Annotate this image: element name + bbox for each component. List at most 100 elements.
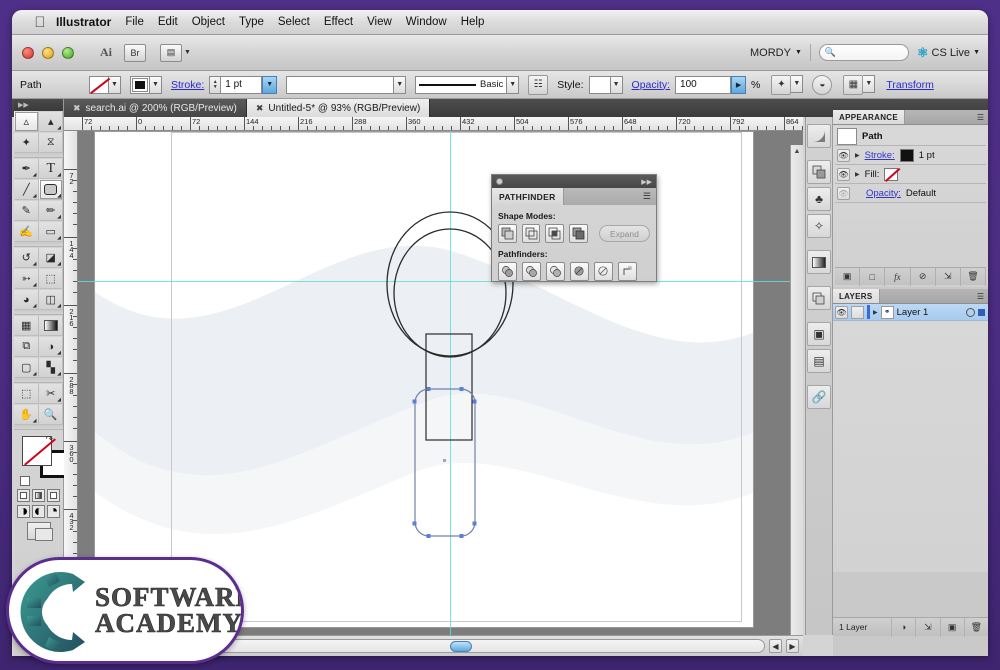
intersect-button[interactable] [545, 224, 565, 243]
stroke-stepper[interactable]: ▲ ▼ [209, 75, 221, 94]
pathfinder-panel-icon[interactable] [807, 286, 831, 310]
chevron-down-icon[interactable]: ▶ [731, 75, 747, 94]
tool-perspective-grid[interactable]: ◫ ◢ [38, 289, 63, 310]
tool-rounded-rectangle[interactable]: ◢ [38, 179, 63, 200]
make-clipping-mask-button[interactable]: ◑ [891, 617, 915, 637]
tool-symbol-sprayer[interactable]: ▢ ◢ [14, 357, 39, 378]
opacity-value[interactable]: 100 [675, 75, 732, 94]
menu-item-effect[interactable]: Effect [324, 16, 353, 28]
menu-item-help[interactable]: Help [461, 16, 485, 28]
menu-item-type[interactable]: Type [239, 16, 264, 28]
tool-magic-wand[interactable]: ✦ [14, 132, 39, 153]
bridge-button[interactable]: Br [124, 43, 146, 62]
stroke-color-control[interactable]: ▼ [130, 75, 162, 94]
scroll-right-icon[interactable]: ▶ [786, 639, 799, 653]
tool-hand[interactable]: ✋ ◢ [14, 404, 39, 425]
search-input[interactable]: 🔍 [818, 44, 909, 61]
tool-artboard[interactable]: ⬚ [14, 383, 39, 404]
pathfinder-panel[interactable]: ▶▶ PATHFINDER ☰ Shape Modes: Expand Path… [491, 174, 657, 282]
clear-appearance-button[interactable]: ⊘ [911, 267, 936, 286]
tool-type[interactable]: T ◢ [38, 158, 63, 179]
tool-slice[interactable]: ✂ ◢ [38, 383, 63, 404]
chevron-right-icon[interactable]: ▶ [855, 152, 860, 159]
apple-logo-icon[interactable]:  [32, 14, 48, 31]
select-similar-control[interactable]: ✦ ▼ [771, 74, 804, 95]
panel-menu-icon[interactable]: ☰ [977, 110, 988, 124]
delete-selection-button[interactable]: 🗑 [963, 617, 988, 637]
tool-scale[interactable]: ◪ ◢ [38, 247, 63, 268]
visibility-eye-icon[interactable]: 👁 [837, 186, 850, 200]
swap-fill-stroke-icon[interactable]: ↷ [45, 434, 53, 445]
scroll-up-icon[interactable]: ▲ [791, 145, 803, 157]
tab-appearance[interactable]: APPEARANCE [833, 110, 906, 124]
stroke-attribute-label[interactable]: Stroke: [865, 150, 895, 161]
align-options-control[interactable]: ▦ ▼ [843, 74, 876, 95]
delete-item-button[interactable]: 🗑 [961, 267, 987, 286]
none-button[interactable] [47, 489, 60, 502]
horizontal-scrollbar[interactable] [170, 639, 765, 653]
menu-item-select[interactable]: Select [278, 16, 310, 28]
tool-gradient[interactable] [38, 315, 63, 336]
duplicate-item-button[interactable]: ⇲ [936, 267, 961, 286]
artboards-panel-icon[interactable]: ▣ [807, 322, 831, 346]
symbols-panel-icon[interactable]: ♣ [807, 187, 831, 211]
brush-definition-control[interactable]: ▼ [286, 75, 407, 94]
chevron-down-icon[interactable]: ▼ [109, 75, 121, 94]
tab-layers[interactable]: LAYERS [833, 289, 880, 303]
chevron-down-icon[interactable]: ▼ [262, 75, 278, 94]
arrange-documents-button[interactable]: ▤ ▼ [160, 43, 191, 62]
opacity-control[interactable]: 100 ▶ [675, 75, 747, 94]
menu-item-edit[interactable]: Edit [158, 16, 178, 28]
opacity-label[interactable]: Opacity: [632, 79, 671, 91]
stroke-weight-label[interactable]: Stroke: [171, 79, 204, 91]
tool-eyedropper[interactable]: ⧉ [14, 336, 39, 357]
chevron-down-icon[interactable]: ▼ [394, 75, 407, 94]
cs-live-button[interactable]: ⚛ CS Live ▼ [917, 45, 980, 61]
stroke-color-swatch[interactable] [899, 148, 914, 162]
stroke-weight-value[interactable]: 1 pt [220, 75, 263, 94]
tool-free-transform[interactable]: ⬚ [38, 268, 63, 289]
panel-menu-icon[interactable]: ☰ [643, 188, 656, 205]
create-new-layer-button[interactable]: ▣ [939, 617, 964, 637]
chevron-right-icon[interactable]: ▶ [873, 309, 878, 316]
brush-value[interactable] [286, 75, 395, 94]
menu-item-file[interactable]: File [125, 16, 144, 28]
add-new-stroke-button[interactable]: ▣ [835, 267, 861, 286]
merge-button[interactable] [546, 262, 565, 281]
tool-direct-selection[interactable]: ▴ ◢ [38, 111, 63, 132]
trim-button[interactable] [522, 262, 541, 281]
stroke-swatch[interactable] [130, 75, 150, 94]
collapse-icon[interactable]: ▶▶ [641, 178, 652, 186]
color-button[interactable] [17, 489, 30, 502]
layer-row[interactable]: 👁 ▶ ⚭ Layer 1 [833, 304, 988, 321]
visibility-eye-icon[interactable]: 👁 [837, 167, 850, 181]
menu-item-window[interactable]: Window [406, 16, 447, 28]
document-tab-search-ai[interactable]: ✖ search.ai @ 200% (RGB/Preview) [64, 99, 247, 117]
opacity-attribute-label[interactable]: Opacity: [866, 188, 901, 199]
expand-button[interactable]: Expand [598, 225, 651, 242]
create-new-sublayer-button[interactable]: ⇲ [915, 617, 939, 637]
fill-swatch[interactable] [89, 75, 109, 94]
tools-panel-grip[interactable]: ▶▶ [14, 99, 63, 111]
transparency-panel-icon[interactable] [807, 160, 831, 184]
width-profile-preview[interactable]: Basic [415, 75, 508, 94]
zoom-window-button[interactable] [62, 46, 74, 59]
tool-blob-brush[interactable]: ✍ [14, 221, 39, 242]
tool-pen[interactable]: ✒ ◢ [14, 158, 39, 179]
visibility-eye-icon[interactable]: 👁 [837, 148, 850, 162]
appearance-row-fill[interactable]: 👁 ▶ Fill: [835, 165, 986, 184]
chevron-down-icon[interactable]: ▼ [610, 75, 623, 94]
horizontal-ruler[interactable]: 72 0 72 144 216 288 360 432 504 576 648 720 792 864 [64, 117, 803, 131]
tool-column-graph[interactable]: ▚ ◢ [38, 357, 63, 378]
menu-app-name[interactable]: Illustrator [56, 15, 111, 29]
crop-button[interactable] [570, 262, 589, 281]
scroll-left-icon[interactable]: ◀ [769, 639, 782, 653]
add-new-effect-button[interactable]: fx [885, 267, 911, 286]
tool-paintbrush[interactable]: ✎ [14, 200, 39, 221]
minimize-button[interactable] [42, 46, 54, 59]
tool-selection[interactable]: ▵ [14, 111, 39, 132]
panel-close-icon[interactable] [496, 178, 503, 185]
target-indicator-icon[interactable] [966, 307, 975, 317]
close-icon[interactable]: ✖ [256, 103, 264, 114]
select-similar-icon[interactable]: ✦ [771, 74, 792, 95]
